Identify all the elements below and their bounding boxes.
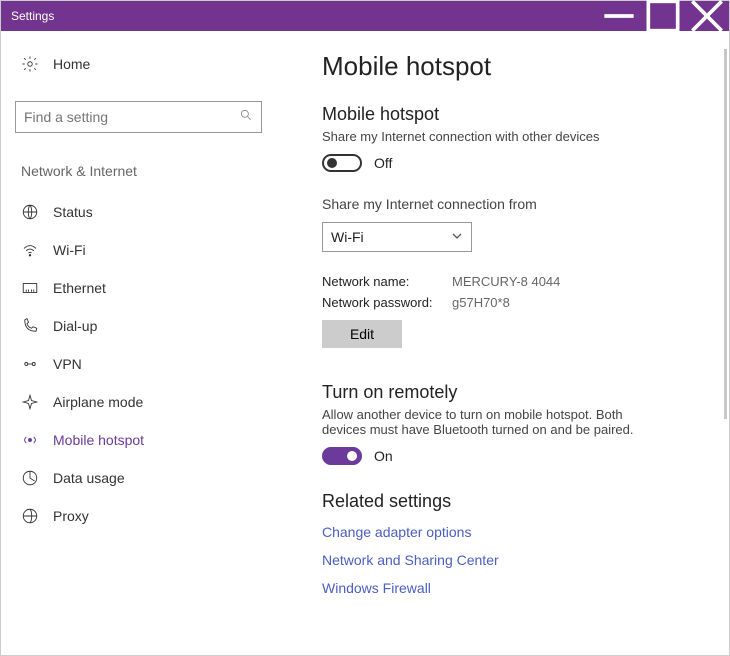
page-title: Mobile hotspot: [322, 51, 699, 82]
share-from-select[interactable]: Wi-Fi: [322, 222, 472, 252]
airplane-icon: [21, 393, 39, 411]
data-usage-icon: [21, 469, 39, 487]
sidebar-item-vpn[interactable]: VPN: [15, 345, 262, 383]
titlebar: Settings: [1, 1, 729, 31]
remote-toggle-state: On: [374, 448, 393, 464]
sidebar: Home Network & Internet Status Wi-Fi Eth: [1, 31, 276, 655]
nav-group-label: Network & Internet: [15, 163, 262, 179]
sidebar-item-label: Mobile hotspot: [53, 432, 144, 448]
share-from-value: Wi-Fi: [331, 229, 364, 245]
sidebar-item-airplane[interactable]: Airplane mode: [15, 383, 262, 421]
search-icon: [239, 108, 253, 127]
ethernet-icon: [21, 279, 39, 297]
remote-description: Allow another device to turn on mobile h…: [322, 407, 662, 437]
edit-button[interactable]: Edit: [322, 320, 402, 348]
sidebar-item-label: Data usage: [53, 470, 125, 486]
maximize-button[interactable]: [641, 1, 685, 31]
sidebar-item-status[interactable]: Status: [15, 193, 262, 231]
vpn-icon: [21, 355, 39, 373]
related-heading: Related settings: [322, 491, 699, 512]
sidebar-item-label: Dial-up: [53, 318, 97, 334]
close-button[interactable]: [685, 1, 729, 31]
phone-icon: [21, 317, 39, 335]
scrollbar[interactable]: [724, 49, 727, 419]
link-adapter-options[interactable]: Change adapter options: [322, 524, 699, 540]
network-name-label: Network name:: [322, 274, 452, 289]
hotspot-heading: Mobile hotspot: [322, 104, 699, 125]
sidebar-item-label: Ethernet: [53, 280, 106, 296]
sidebar-item-hotspot[interactable]: Mobile hotspot: [15, 421, 262, 459]
sidebar-item-label: Airplane mode: [53, 394, 143, 410]
proxy-icon: [21, 507, 39, 525]
sidebar-item-wifi[interactable]: Wi-Fi: [15, 231, 262, 269]
hotspot-toggle[interactable]: [322, 154, 362, 172]
sidebar-item-label: Proxy: [53, 508, 89, 524]
link-firewall[interactable]: Windows Firewall: [322, 580, 699, 596]
sidebar-item-datausage[interactable]: Data usage: [15, 459, 262, 497]
hotspot-icon: [21, 431, 39, 449]
hotspot-description: Share my Internet connection with other …: [322, 129, 699, 144]
sidebar-item-label: Wi-Fi: [53, 242, 86, 258]
globe-icon: [21, 203, 39, 221]
window-title: Settings: [1, 9, 597, 23]
nav-list: Status Wi-Fi Ethernet Dial-up VPN: [15, 193, 262, 535]
sidebar-item-dialup[interactable]: Dial-up: [15, 307, 262, 345]
home-button[interactable]: Home: [15, 51, 262, 77]
minimize-button[interactable]: [597, 1, 641, 31]
remote-heading: Turn on remotely: [322, 382, 699, 403]
sidebar-item-proxy[interactable]: Proxy: [15, 497, 262, 535]
search-box[interactable]: [15, 101, 262, 133]
sidebar-item-ethernet[interactable]: Ethernet: [15, 269, 262, 307]
content-area: Mobile hotspot Mobile hotspot Share my I…: [276, 31, 729, 655]
home-label: Home: [53, 56, 90, 72]
remote-toggle[interactable]: [322, 447, 362, 465]
gear-icon: [21, 55, 39, 73]
share-from-label: Share my Internet connection from: [322, 196, 699, 212]
link-network-sharing[interactable]: Network and Sharing Center: [322, 552, 699, 568]
wifi-icon: [21, 241, 39, 259]
sidebar-item-label: Status: [53, 204, 93, 220]
chevron-down-icon: [451, 229, 463, 245]
network-name-value: MERCURY-8 4044: [452, 274, 560, 289]
hotspot-toggle-state: Off: [374, 155, 392, 171]
network-password-label: Network password:: [322, 295, 452, 310]
network-password-value: g57H70*8: [452, 295, 510, 310]
sidebar-item-label: VPN: [53, 356, 82, 372]
search-input[interactable]: [24, 109, 239, 125]
